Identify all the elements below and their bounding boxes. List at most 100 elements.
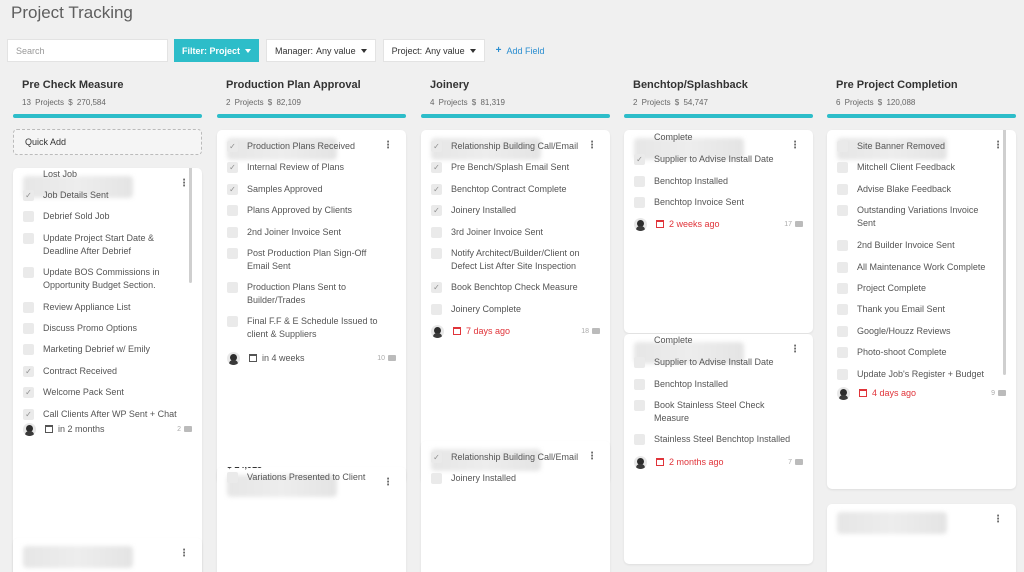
task-item[interactable]: ✓ Pre Bench/Splash Email Sent <box>431 161 592 174</box>
task-item[interactable]: Post Production Plan Sign-Off Email Sent <box>227 247 388 273</box>
add-field-button[interactable]: + Add Field <box>496 45 545 56</box>
task-item[interactable]: Final F.F & E Schedule Issued to client … <box>227 315 388 341</box>
task-checkbox[interactable]: ✓ <box>431 184 442 195</box>
task-checkbox[interactable] <box>227 205 238 216</box>
task-item[interactable]: Outstanding Variations Invoice Sent <box>837 204 998 230</box>
task-item[interactable]: Update Project Start Date & Deadline Aft… <box>23 232 184 258</box>
task-item[interactable]: Debrief Sold Job <box>23 210 184 223</box>
more-options-icon[interactable]: ⋮ <box>179 549 189 559</box>
task-item[interactable]: Book Stainless Steel Check Measure <box>634 399 795 425</box>
task-item[interactable]: ✓ Production Plans Received <box>227 140 388 153</box>
project-card[interactable]: ⋮$ 35,881✓Benchtop Check Measure Complet… <box>624 334 813 564</box>
task-checkbox[interactable] <box>634 197 645 208</box>
task-checkbox[interactable] <box>23 323 34 334</box>
more-options-icon[interactable]: ⋮ <box>993 515 1003 525</box>
task-checkbox[interactable]: ✓ <box>23 366 34 377</box>
task-checkbox[interactable] <box>634 379 645 390</box>
task-item[interactable]: Google/Houzz Reviews <box>837 325 998 338</box>
task-checkbox[interactable] <box>431 473 442 484</box>
project-card[interactable]: ⋮$ 18,866✓Benchtop Check Measure Complet… <box>624 130 813 333</box>
comment-count[interactable]: 17 <box>784 221 803 228</box>
task-checkbox[interactable] <box>837 240 848 251</box>
task-checkbox[interactable] <box>227 316 238 327</box>
task-item[interactable]: ✓Joiner to Advise Install Start Date <box>431 441 592 442</box>
task-checkbox[interactable] <box>837 369 848 380</box>
comment-count[interactable]: 2 <box>177 426 192 433</box>
assignee-avatar[interactable] <box>227 351 240 365</box>
task-checkbox[interactable] <box>634 176 645 187</box>
task-checkbox[interactable] <box>23 302 34 313</box>
task-item[interactable]: ✓Variations Presented to Client <box>227 130 388 131</box>
task-checkbox[interactable]: ✓ <box>23 387 34 398</box>
task-checkbox[interactable] <box>227 282 238 293</box>
manager-dropdown[interactable]: Manager: Any value <box>266 39 376 62</box>
task-checkbox[interactable]: ✓ <box>227 184 238 195</box>
task-item[interactable]: ✓Benchtop Check Measure Complete <box>634 334 795 347</box>
task-checkbox[interactable]: ✓ <box>431 162 442 173</box>
task-item[interactable]: 3rd Joiner Invoice Sent <box>431 226 592 239</box>
task-item[interactable]: Update Job's Register + Budget <box>837 368 998 381</box>
task-checkbox[interactable] <box>431 304 442 315</box>
task-checkbox[interactable]: ✓ <box>227 141 238 152</box>
task-item[interactable]: 2nd Joiner Invoice Sent <box>227 226 388 239</box>
task-item[interactable]: Marketing Debrief w/ Emily <box>23 343 184 356</box>
project-card[interactable]: ⋮$ 10,604Notify Unsuccessful Suppliers o… <box>13 168 202 572</box>
assignee-avatar[interactable] <box>431 324 444 338</box>
task-checkbox[interactable] <box>431 227 442 238</box>
filter-project-button[interactable]: Filter: Project <box>174 39 260 62</box>
project-dropdown[interactable]: Project: Any value <box>382 39 485 62</box>
task-checkbox[interactable]: ✓ <box>23 190 34 201</box>
project-card[interactable]: ⋮$ 24,252✓Joiner to Advise Install Start… <box>421 130 610 483</box>
task-checkbox[interactable] <box>837 347 848 358</box>
task-item[interactable]: Stainless Steel Benchtop Installed <box>634 433 795 446</box>
comment-count[interactable]: 10 <box>377 355 396 362</box>
task-item[interactable]: Joinery Complete <box>431 303 592 316</box>
task-checkbox[interactable]: ✓ <box>431 141 442 152</box>
task-checkbox[interactable] <box>837 283 848 294</box>
task-item[interactable]: Notify Architect/Builder/Client on Defec… <box>431 247 592 273</box>
task-checkbox[interactable] <box>23 211 34 222</box>
task-checkbox[interactable]: ✓ <box>23 409 34 420</box>
quick-add-button[interactable]: Quick Add <box>13 129 202 155</box>
task-item[interactable]: All Maintenance Work Complete <box>837 261 998 274</box>
task-item[interactable]: Benchtop Invoice Sent <box>634 196 795 209</box>
task-item[interactable]: Thank you Email Sent <box>837 303 998 316</box>
task-list-scrollbar[interactable] <box>1003 130 1006 375</box>
task-item[interactable]: ✓ Welcome Pack Sent <box>23 386 184 399</box>
task-checkbox[interactable] <box>634 434 645 445</box>
task-item[interactable]: Discuss Promo Options <box>23 322 184 335</box>
task-item[interactable]: ✓ Benchtop Contract Complete <box>431 183 592 196</box>
assignee-avatar[interactable] <box>23 422 36 436</box>
task-checkbox[interactable] <box>227 227 238 238</box>
task-checkbox[interactable] <box>23 267 34 278</box>
task-item[interactable]: ✓ Relationship Building Call/Email <box>431 140 592 153</box>
task-item[interactable]: 2nd Builder Invoice Sent <box>837 239 998 252</box>
task-item[interactable]: ✓Joiner to Advise Install Start Date <box>431 130 592 131</box>
task-item[interactable]: ✓ Contract Received <box>23 365 184 378</box>
project-card[interactable]: ⋮$ 26,564✓Joiner to Advise Install Start… <box>421 441 610 572</box>
assignee-avatar[interactable] <box>837 386 850 400</box>
task-checkbox[interactable] <box>634 400 645 411</box>
task-item[interactable]: Variations Presented to Client <box>227 471 388 484</box>
task-checkbox[interactable]: ✓ <box>431 205 442 216</box>
task-item[interactable]: ✓ Internal Review of Plans <box>227 161 388 174</box>
task-checkbox[interactable] <box>227 472 238 483</box>
comment-count[interactable]: 9 <box>991 390 1006 397</box>
task-item[interactable]: ✓ Supplier to Advise Install Date <box>634 153 795 166</box>
task-item[interactable]: Update BOS Commissions in Opportunity Bu… <box>23 266 184 292</box>
task-checkbox[interactable] <box>837 141 848 152</box>
task-checkbox[interactable] <box>837 184 848 195</box>
task-checkbox[interactable] <box>227 248 238 259</box>
task-list-scrollbar[interactable] <box>189 168 192 283</box>
task-checkbox[interactable] <box>837 326 848 337</box>
task-item[interactable]: Review Appliance List <box>23 301 184 314</box>
project-card[interactable]: ⋮ <box>13 538 202 572</box>
task-item[interactable]: ✓ Book Benchtop Check Measure <box>431 281 592 294</box>
task-checkbox[interactable]: ✓ <box>431 452 442 463</box>
task-checkbox[interactable]: ✓ <box>634 154 645 165</box>
task-checkbox[interactable] <box>431 248 442 259</box>
task-item[interactable]: Site Banner Removed <box>837 140 998 153</box>
task-item[interactable]: Advise Blake Feedback <box>837 183 998 196</box>
assignee-avatar[interactable] <box>634 217 647 231</box>
task-item[interactable]: Mitchell Client Feedback <box>837 161 998 174</box>
